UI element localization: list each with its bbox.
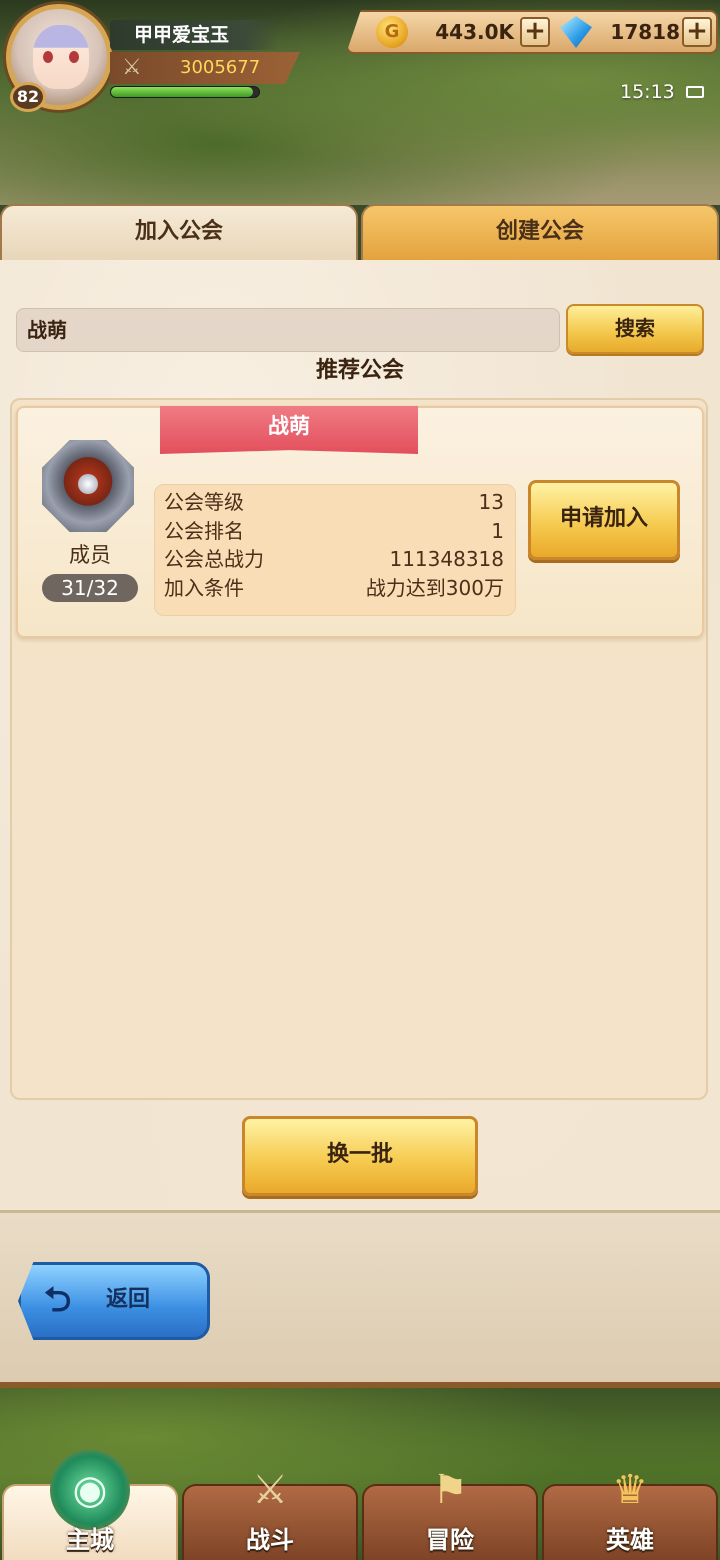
nav-label-battle: 战斗 xyxy=(246,1526,294,1554)
guild-rank-label: 公会排名 xyxy=(164,519,244,543)
tab-join-guild[interactable]: 加入公会 xyxy=(0,204,358,260)
guild-level-value: 13 xyxy=(478,490,504,514)
crossed-swords-icon: ⚔ xyxy=(122,55,142,80)
hero-crest-icon: ♛ xyxy=(612,1467,648,1513)
add-diamond-button[interactable]: + xyxy=(682,17,712,47)
apply-join-button[interactable]: 申请加入 xyxy=(528,480,680,560)
crossed-swords-icon: ⚔ xyxy=(252,1467,288,1513)
player-power: 3005677 xyxy=(180,57,261,78)
guild-info-row: 公会等级 13 xyxy=(164,488,504,516)
exp-bar-fill xyxy=(111,87,254,97)
add-gold-button[interactable]: + xyxy=(520,17,550,47)
player-level-badge: 82 xyxy=(10,82,46,112)
back-arrow-icon: ⮌ xyxy=(44,1280,72,1320)
members-count: 31/32 xyxy=(42,574,138,602)
guild-name-ribbon: 战萌 xyxy=(160,406,418,454)
search-button[interactable]: 搜索 xyxy=(566,304,704,354)
back-label: 返回 xyxy=(106,1287,151,1312)
nav-label-heroes: 英雄 xyxy=(606,1526,654,1554)
emblem-core xyxy=(78,474,98,494)
avatar-face xyxy=(33,25,89,89)
nav-label-city: 主城 xyxy=(66,1526,114,1554)
join-condition-label: 加入条件 xyxy=(164,576,244,600)
guild-info-row: 公会排名 1 xyxy=(164,517,504,545)
city-icon: ◉ xyxy=(50,1450,130,1530)
recommended-guilds-title: 推荐公会 xyxy=(315,358,404,383)
gold-coin-icon: G xyxy=(376,16,408,48)
avatar-eye-left xyxy=(43,51,53,63)
members-label: 成员 xyxy=(69,543,111,567)
search-input[interactable]: 战萌 xyxy=(16,308,560,352)
exp-bar xyxy=(110,86,260,98)
nav-label-adventure: 冒险 xyxy=(426,1526,474,1554)
map-scroll-icon: ⚑ xyxy=(432,1467,468,1513)
status-time: 15:13 xyxy=(620,81,675,103)
tab-create-guild[interactable]: 创建公会 xyxy=(361,204,719,260)
guild-rank-value: 1 xyxy=(491,519,504,543)
refresh-list-button[interactable]: 换一批 xyxy=(242,1116,478,1196)
guild-power-label: 公会总战力 xyxy=(164,547,264,571)
join-condition-value: 战力达到300万 xyxy=(365,576,504,600)
guild-power-value: 111348318 xyxy=(389,547,504,571)
guild-info-row: 公会总战力 111348318 xyxy=(164,545,504,573)
avatar-eye-right xyxy=(69,51,79,63)
diamond-amount: 17818 xyxy=(610,20,680,44)
guild-level-label: 公会等级 xyxy=(164,490,244,514)
battery-icon xyxy=(686,86,704,98)
gold-amount: 443.0K xyxy=(435,20,514,44)
guild-info-row: 加入条件 战力达到300万 xyxy=(164,574,504,602)
player-name: 甲甲爱宝玉 xyxy=(134,24,230,46)
